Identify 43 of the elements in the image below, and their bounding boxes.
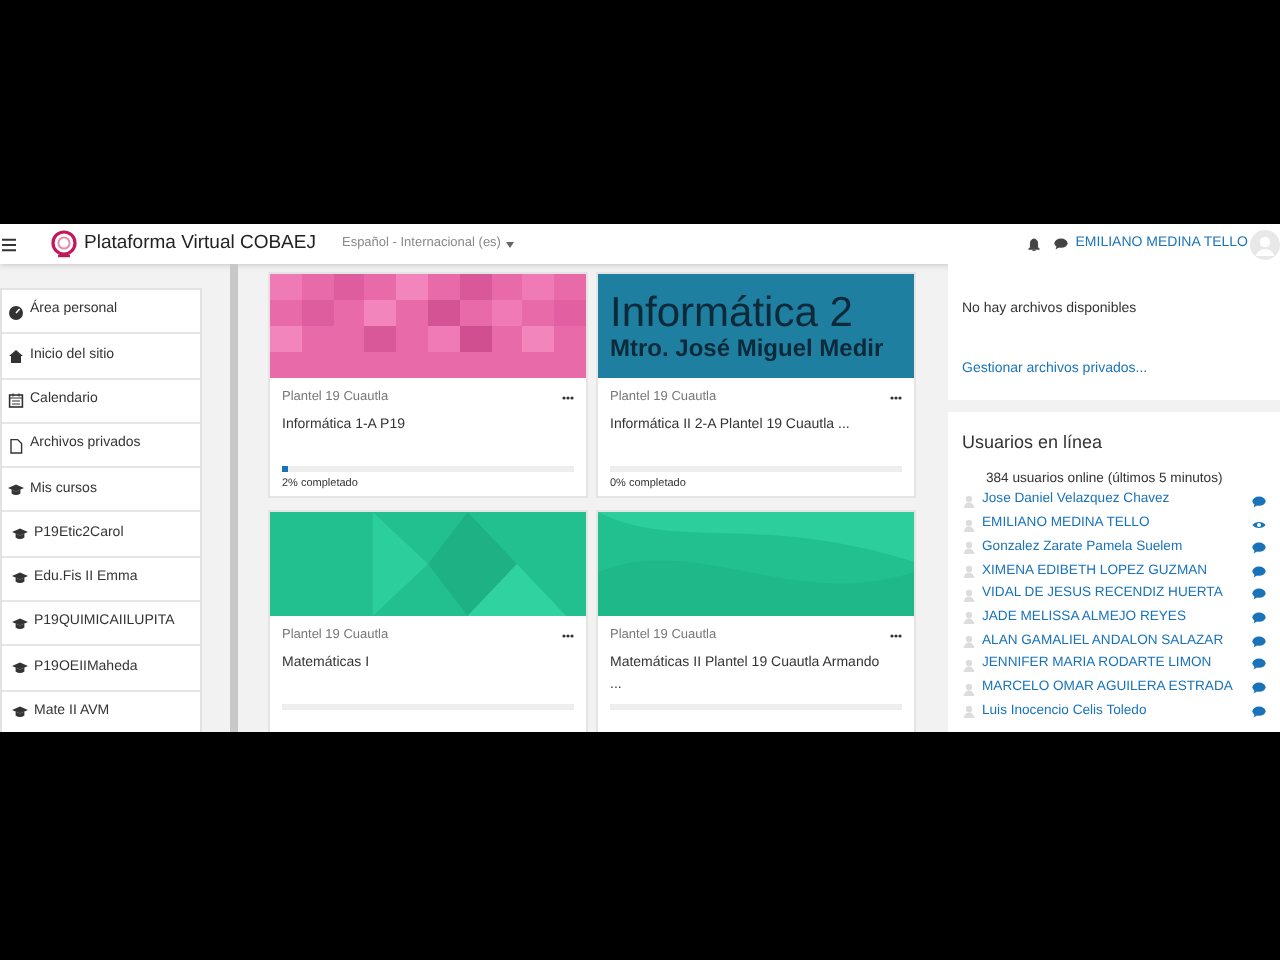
menu-icon[interactable] — [2, 237, 16, 251]
graduation-cap-icon — [12, 526, 28, 543]
avatar-icon — [962, 587, 976, 602]
graduation-cap-icon — [12, 704, 28, 721]
avatar-icon — [962, 517, 976, 532]
chat-icon[interactable] — [1252, 565, 1266, 578]
graduation-cap-icon — [12, 615, 28, 632]
avatar-icon — [962, 540, 976, 555]
chat-icon[interactable] — [1252, 611, 1266, 624]
chat-icon[interactable] — [1252, 658, 1266, 671]
graduation-cap-icon — [12, 570, 28, 587]
bell-icon[interactable] — [1027, 237, 1040, 251]
file-icon — [8, 437, 24, 454]
logo-icon[interactable] — [50, 230, 78, 258]
calendar-icon — [8, 392, 24, 409]
chat-icon[interactable] — [1252, 635, 1266, 648]
more-icon[interactable] — [562, 633, 574, 638]
graduation-cap-icon — [8, 481, 24, 498]
eye-icon — [1252, 519, 1266, 530]
avatar-icon — [962, 704, 976, 719]
site-title[interactable]: Plataforma Virtual COBAEJ — [84, 229, 316, 259]
chat-icon[interactable] — [1053, 238, 1068, 250]
banner-title: Informática 2 — [610, 291, 855, 335]
chat-icon[interactable] — [1252, 495, 1266, 508]
more-icon[interactable] — [890, 633, 902, 638]
avatar-icon — [962, 634, 976, 649]
avatar-icon — [962, 657, 976, 672]
avatar-icon — [962, 564, 976, 579]
avatar-icon — [962, 494, 976, 509]
chat-icon[interactable] — [1252, 682, 1266, 695]
more-icon[interactable] — [562, 395, 574, 400]
home-icon — [8, 347, 24, 364]
dashboard-icon — [8, 303, 24, 320]
more-icon[interactable] — [890, 395, 902, 400]
panel-title: Usuarios en línea — [962, 430, 1105, 456]
graduation-cap-icon — [12, 660, 28, 677]
avatar-icon — [962, 681, 976, 696]
chat-icon[interactable] — [1252, 541, 1266, 554]
caret-icon[interactable] — [506, 241, 515, 247]
chat-icon[interactable] — [1252, 588, 1266, 601]
chat-icon[interactable] — [1252, 705, 1266, 718]
avatar-icon — [962, 610, 976, 625]
banner-subtitle: Mtro. José Miguel Medir — [610, 335, 886, 361]
